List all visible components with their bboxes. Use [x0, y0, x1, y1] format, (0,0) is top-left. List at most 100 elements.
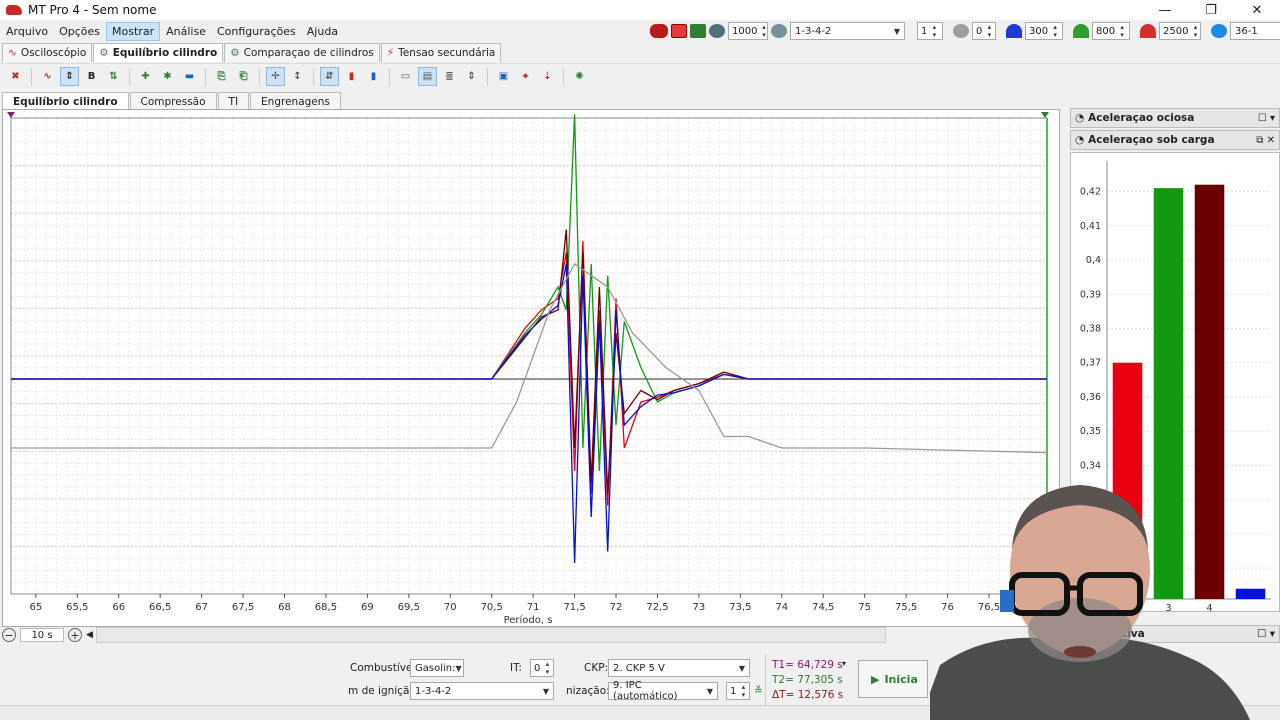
- start-button[interactable]: ▶ Inicia: [858, 660, 928, 698]
- series-line-5: [11, 263, 1048, 454]
- split-view-icon[interactable]: ⇕: [462, 67, 481, 86]
- info-icon[interactable]: ▣: [494, 67, 513, 86]
- sub-tab-4[interactable]: Engrenagens: [250, 92, 341, 110]
- x-tick-label: 74: [775, 602, 788, 613]
- it-spinner[interactable]: 0: [530, 659, 554, 677]
- fuel-select[interactable]: Gasolin: ▼: [410, 659, 464, 677]
- lock-red-icon[interactable]: [671, 24, 687, 38]
- crosshair-icon[interactable]: ✛: [266, 67, 285, 86]
- lock-green-icon[interactable]: [690, 24, 706, 38]
- load-accel-title: Aceleraçao sob carga: [1088, 134, 1215, 146]
- zoom-out-icon[interactable]: −: [2, 628, 16, 642]
- minimize-button[interactable]: —: [1142, 0, 1188, 20]
- waveform-chart[interactable]: 65 65,5 66 66,5 67 67,5 68 68,5 69 69,5 70 70,5 71 71…: [3, 110, 1061, 628]
- grid-view-icon[interactable]: ▤: [418, 67, 437, 86]
- zoom-in-icon[interactable]: +: [68, 628, 82, 642]
- x-tick-label: 65,5: [66, 602, 88, 613]
- x-tick-label: 70,5: [481, 602, 503, 613]
- menu-item-opções[interactable]: Opções: [54, 23, 105, 40]
- main-tab-label: Tensao secundária: [398, 47, 496, 59]
- sync-select[interactable]: 9. IPC (automático) ▼: [608, 680, 718, 702]
- main-tab-4[interactable]: ⚡ Tensao secundária: [380, 43, 502, 62]
- rpm-spinner[interactable]: 1000: [728, 22, 768, 40]
- top-controls: 1000 1-3-4-2 ▼ 1 0 300 800 2500 36-1▼: [650, 20, 1280, 42]
- single-view-icon[interactable]: ▭: [396, 67, 415, 86]
- offset-spinner[interactable]: 0: [972, 22, 996, 40]
- cursor-t2-marker[interactable]: [1041, 112, 1049, 118]
- chevron-down-icon: ▼: [893, 26, 900, 36]
- menu-item-ajuda[interactable]: Ajuda: [302, 23, 343, 40]
- expand-icon[interactable]: ▾: [842, 659, 846, 668]
- remove-cursor-icon[interactable]: ✱: [158, 67, 177, 86]
- panel-controls[interactable]: ☐ ▾: [1258, 113, 1275, 124]
- toolbar-separator: [487, 67, 488, 86]
- sort-icon[interactable]: ⇵: [320, 67, 339, 86]
- scroll-left-icon[interactable]: ◀: [86, 630, 93, 640]
- bar-chart-icon[interactable]: ▮: [342, 67, 361, 86]
- toolbar-separator: [259, 67, 260, 86]
- auto-scale-icon[interactable]: ⇕: [60, 67, 79, 86]
- sub-tab-1[interactable]: Equilíbrio cilindro: [2, 92, 129, 110]
- sub-tab-2[interactable]: Compressão: [129, 92, 217, 110]
- y-tick-label: 0,36: [1080, 392, 1101, 403]
- sub-tab-3[interactable]: TI: [217, 92, 250, 110]
- panel-controls[interactable]: ⧉ ✕: [1256, 135, 1275, 146]
- import-icon[interactable]: ⎗: [234, 67, 253, 86]
- bug-icon[interactable]: ✺: [570, 67, 589, 86]
- firing-order-bottom-select[interactable]: 1-3-4-2 ▼: [410, 682, 554, 700]
- trigger-icon[interactable]: ⇣: [538, 67, 557, 86]
- threshold3-spinner[interactable]: 2500: [1159, 22, 1201, 40]
- chevron-down-icon: ▼: [706, 686, 713, 696]
- measure-icon[interactable]: ⌖: [516, 67, 535, 86]
- time-scale-bar: − 10 s + ◀: [2, 627, 93, 643]
- main-tab-3[interactable]: ⚙ Comparaçao de cilindros: [224, 43, 380, 62]
- menu-item-mostrar[interactable]: Mostrar: [106, 21, 161, 41]
- divider: [765, 655, 766, 705]
- ckp-select[interactable]: 2. CKP 5 V ▼: [608, 659, 750, 677]
- x-tick-label: 75,5: [895, 602, 917, 613]
- y-tick-label: 0,34: [1080, 460, 1101, 471]
- overlay-icon[interactable]: ▬: [180, 67, 199, 86]
- car-icon[interactable]: [650, 24, 668, 38]
- clear-icon[interactable]: ✖: [6, 67, 25, 86]
- ckp-value: 2. CKP 5 V: [613, 662, 665, 674]
- markers-icon[interactable]: ⇅: [104, 67, 123, 86]
- menu-item-arquivo[interactable]: Arquivo: [1, 23, 53, 40]
- secondary-voltage-icon: ⚡: [386, 47, 395, 59]
- main-tab-1[interactable]: ∿ Osciloscópio: [2, 43, 93, 62]
- menu-item-configurações[interactable]: Configurações: [212, 23, 301, 40]
- trigger-wheel-select[interactable]: 36-1▼: [1230, 22, 1280, 40]
- y-tick-label: 0,4: [1086, 255, 1101, 266]
- waveform-panel[interactable]: 65 65,5 66 66,5 67 67,5 68 68,5 69 69,5 70 70,5 71 71…: [2, 109, 1060, 627]
- x-tick-label: 66,5: [149, 602, 171, 613]
- threshold2-spinner[interactable]: 800: [1092, 22, 1130, 40]
- gauge-blue-icon: [1006, 24, 1022, 38]
- close-button[interactable]: ✕: [1234, 0, 1280, 20]
- threshold1-spinner[interactable]: 300: [1025, 22, 1063, 40]
- vertical-zoom-icon[interactable]: ↕: [288, 67, 307, 86]
- wave-icon[interactable]: ∿: [38, 67, 57, 86]
- maximize-button[interactable]: ❐: [1188, 0, 1234, 20]
- fuel-label: Combustível:: [350, 662, 419, 674]
- cursor-t1-marker[interactable]: [7, 112, 15, 118]
- cylinder-balance-icon: ⚙: [99, 47, 109, 59]
- sync-spinner[interactable]: 1: [726, 682, 750, 700]
- menu-item-análise[interactable]: Análise: [161, 23, 211, 40]
- idle-accel-header[interactable]: ◔ Aceleraçao ociosa ☐ ▾: [1070, 108, 1280, 128]
- cylinder-spinner[interactable]: 1: [917, 22, 943, 40]
- firing-order-select[interactable]: 1-3-4-2 ▼: [790, 22, 905, 40]
- toolbar-separator: [205, 67, 206, 86]
- main-tab-2[interactable]: ⚙ Equilíbrio cilindro: [93, 43, 224, 62]
- horizontal-scrollbar[interactable]: [96, 627, 886, 643]
- load-accel-header[interactable]: ◔ Aceleraçao sob carga ⧉ ✕: [1070, 130, 1280, 150]
- export-icon[interactable]: ⎘: [212, 67, 231, 86]
- bar-chart-color-icon[interactable]: ▮: [364, 67, 383, 86]
- bold-icon[interactable]: B: [82, 67, 101, 86]
- x-tick-label: 74,5: [812, 602, 834, 613]
- list-view-icon[interactable]: ≣: [440, 67, 459, 86]
- x-tick-label: 69,5: [398, 602, 420, 613]
- x-tick-label: 68: [278, 602, 291, 613]
- x-tick-label: 67,5: [232, 602, 254, 613]
- add-cursor-icon[interactable]: ✚: [136, 67, 155, 86]
- chevron-double-down-icon[interactable]: ≚: [754, 685, 763, 697]
